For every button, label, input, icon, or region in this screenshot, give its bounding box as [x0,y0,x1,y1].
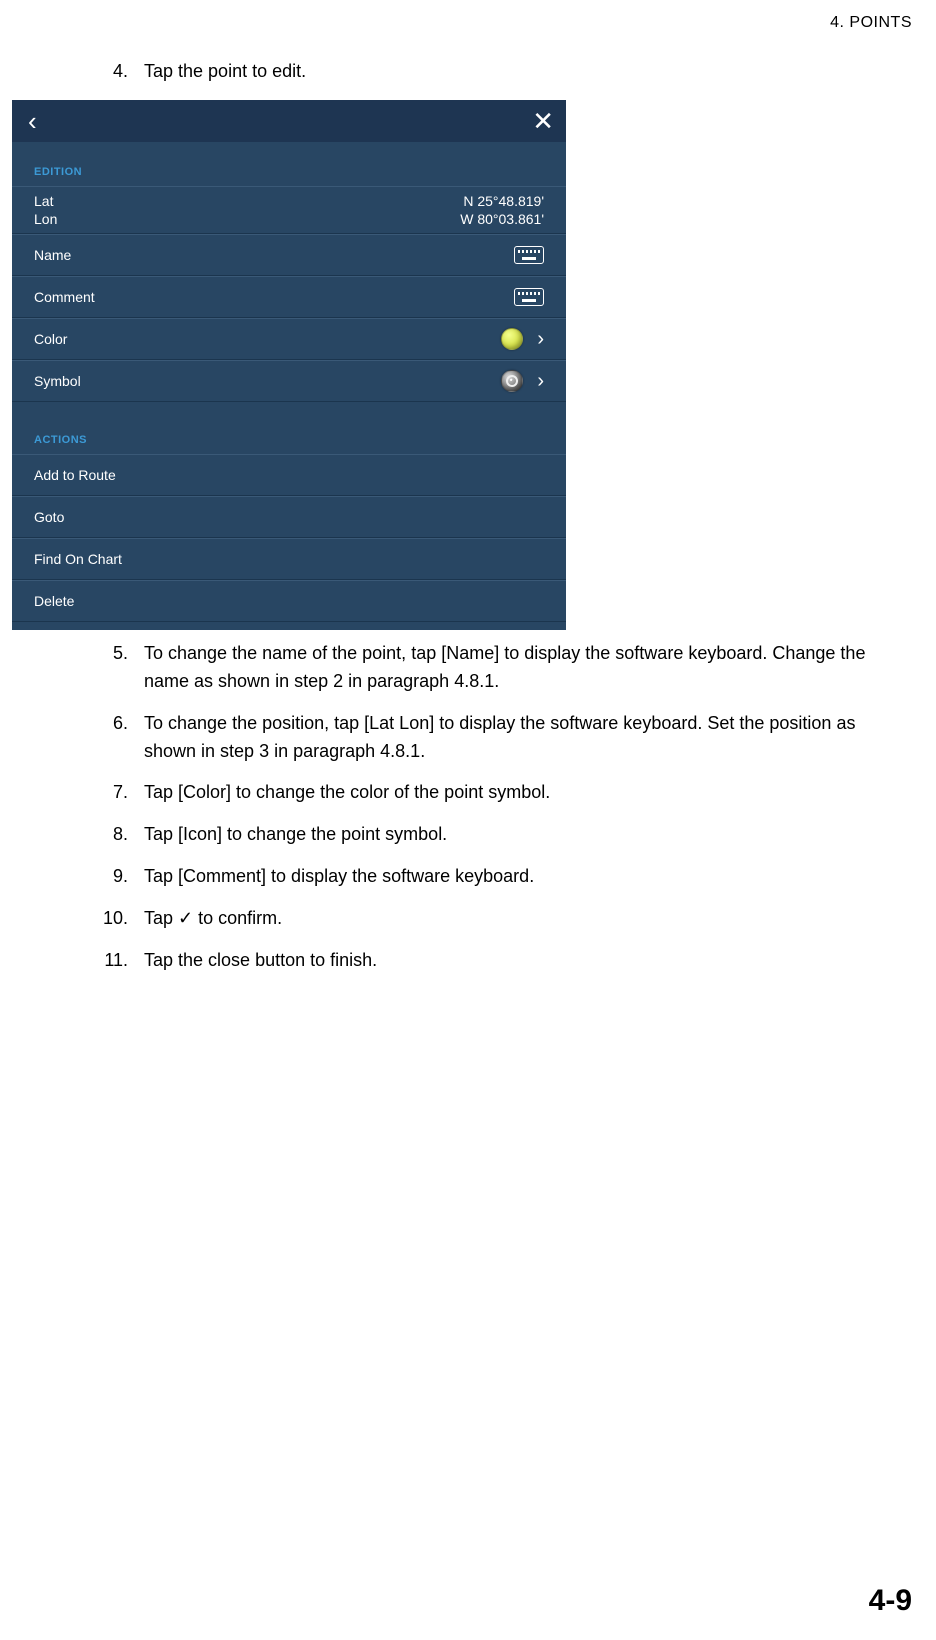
page-number: 4-9 [869,1584,912,1618]
keyboard-icon [514,246,544,264]
row-name[interactable]: Name [12,234,566,276]
lon-label: Lon [34,211,57,227]
step-text: Tap [Comment] to display the software ke… [144,863,896,891]
name-label: Name [34,247,71,263]
action-label: Goto [34,509,64,525]
row-add-to-route[interactable]: Add to Route [12,454,566,496]
step-number: 6. [100,710,128,766]
row-find-on-chart[interactable]: Find On Chart [12,538,566,580]
step-item: 8. Tap [Icon] to change the point symbol… [100,821,896,849]
lat-value: N 25°48.819' [463,193,544,209]
action-label: Add to Route [34,467,116,483]
row-delete[interactable]: Delete [12,580,566,622]
color-swatch [501,328,523,350]
color-label: Color [34,331,67,347]
step-item: 5. To change the name of the point, tap … [100,640,896,696]
lat-label: Lat [34,193,57,209]
chevron-right-icon: › [537,329,544,349]
ui-screenshot: ‹ ✕ EDITION Lat Lon N 25°48.819' W 80°03… [12,100,566,630]
step-text: To change the name of the point, tap [Na… [144,640,896,696]
step-text: To change the position, tap [Lat Lon] to… [144,710,896,766]
titlebar: ‹ ✕ [12,100,566,142]
action-label: Find On Chart [34,551,122,567]
row-color[interactable]: Color › [12,318,566,360]
step-item: 7. Tap [Color] to change the color of th… [100,779,896,807]
row-latlon[interactable]: Lat Lon N 25°48.819' W 80°03.861' [12,186,566,234]
step-number: 7. [100,779,128,807]
lon-value: W 80°03.861' [460,211,544,227]
step-text: Tap the point to edit. [144,58,896,86]
symbol-swatch [501,370,523,392]
section-label-edition: EDITION [12,152,566,186]
step-text: Tap ✓ to confirm. [144,905,896,933]
back-button[interactable]: ‹ [20,108,45,134]
keyboard-icon [514,288,544,306]
step-number: 9. [100,863,128,891]
chevron-right-icon: › [537,371,544,391]
step-number: 5. [100,640,128,696]
step-text: Tap the close button to finish. [144,947,896,975]
step-number: 11. [100,947,128,975]
step-item: 6. To change the position, tap [Lat Lon]… [100,710,896,766]
step-item: 9. Tap [Comment] to display the software… [100,863,896,891]
row-goto[interactable]: Goto [12,496,566,538]
running-head: 4. POINTS [830,14,912,32]
step-number: 4. [100,58,128,86]
action-label: Delete [34,593,74,609]
symbol-label: Symbol [34,373,81,389]
step-item: 10. Tap ✓ to confirm. [100,905,896,933]
close-button[interactable]: ✕ [526,108,560,134]
step-item: 11. Tap the close button to finish. [100,947,896,975]
step-text: Tap [Icon] to change the point symbol. [144,821,896,849]
comment-label: Comment [34,289,95,305]
row-comment[interactable]: Comment [12,276,566,318]
step-item: 4. Tap the point to edit. [100,58,896,86]
step-text: Tap [Color] to change the color of the p… [144,779,896,807]
step-number: 8. [100,821,128,849]
step-number: 10. [100,905,128,933]
row-symbol[interactable]: Symbol › [12,360,566,402]
section-label-actions: ACTIONS [12,420,566,454]
